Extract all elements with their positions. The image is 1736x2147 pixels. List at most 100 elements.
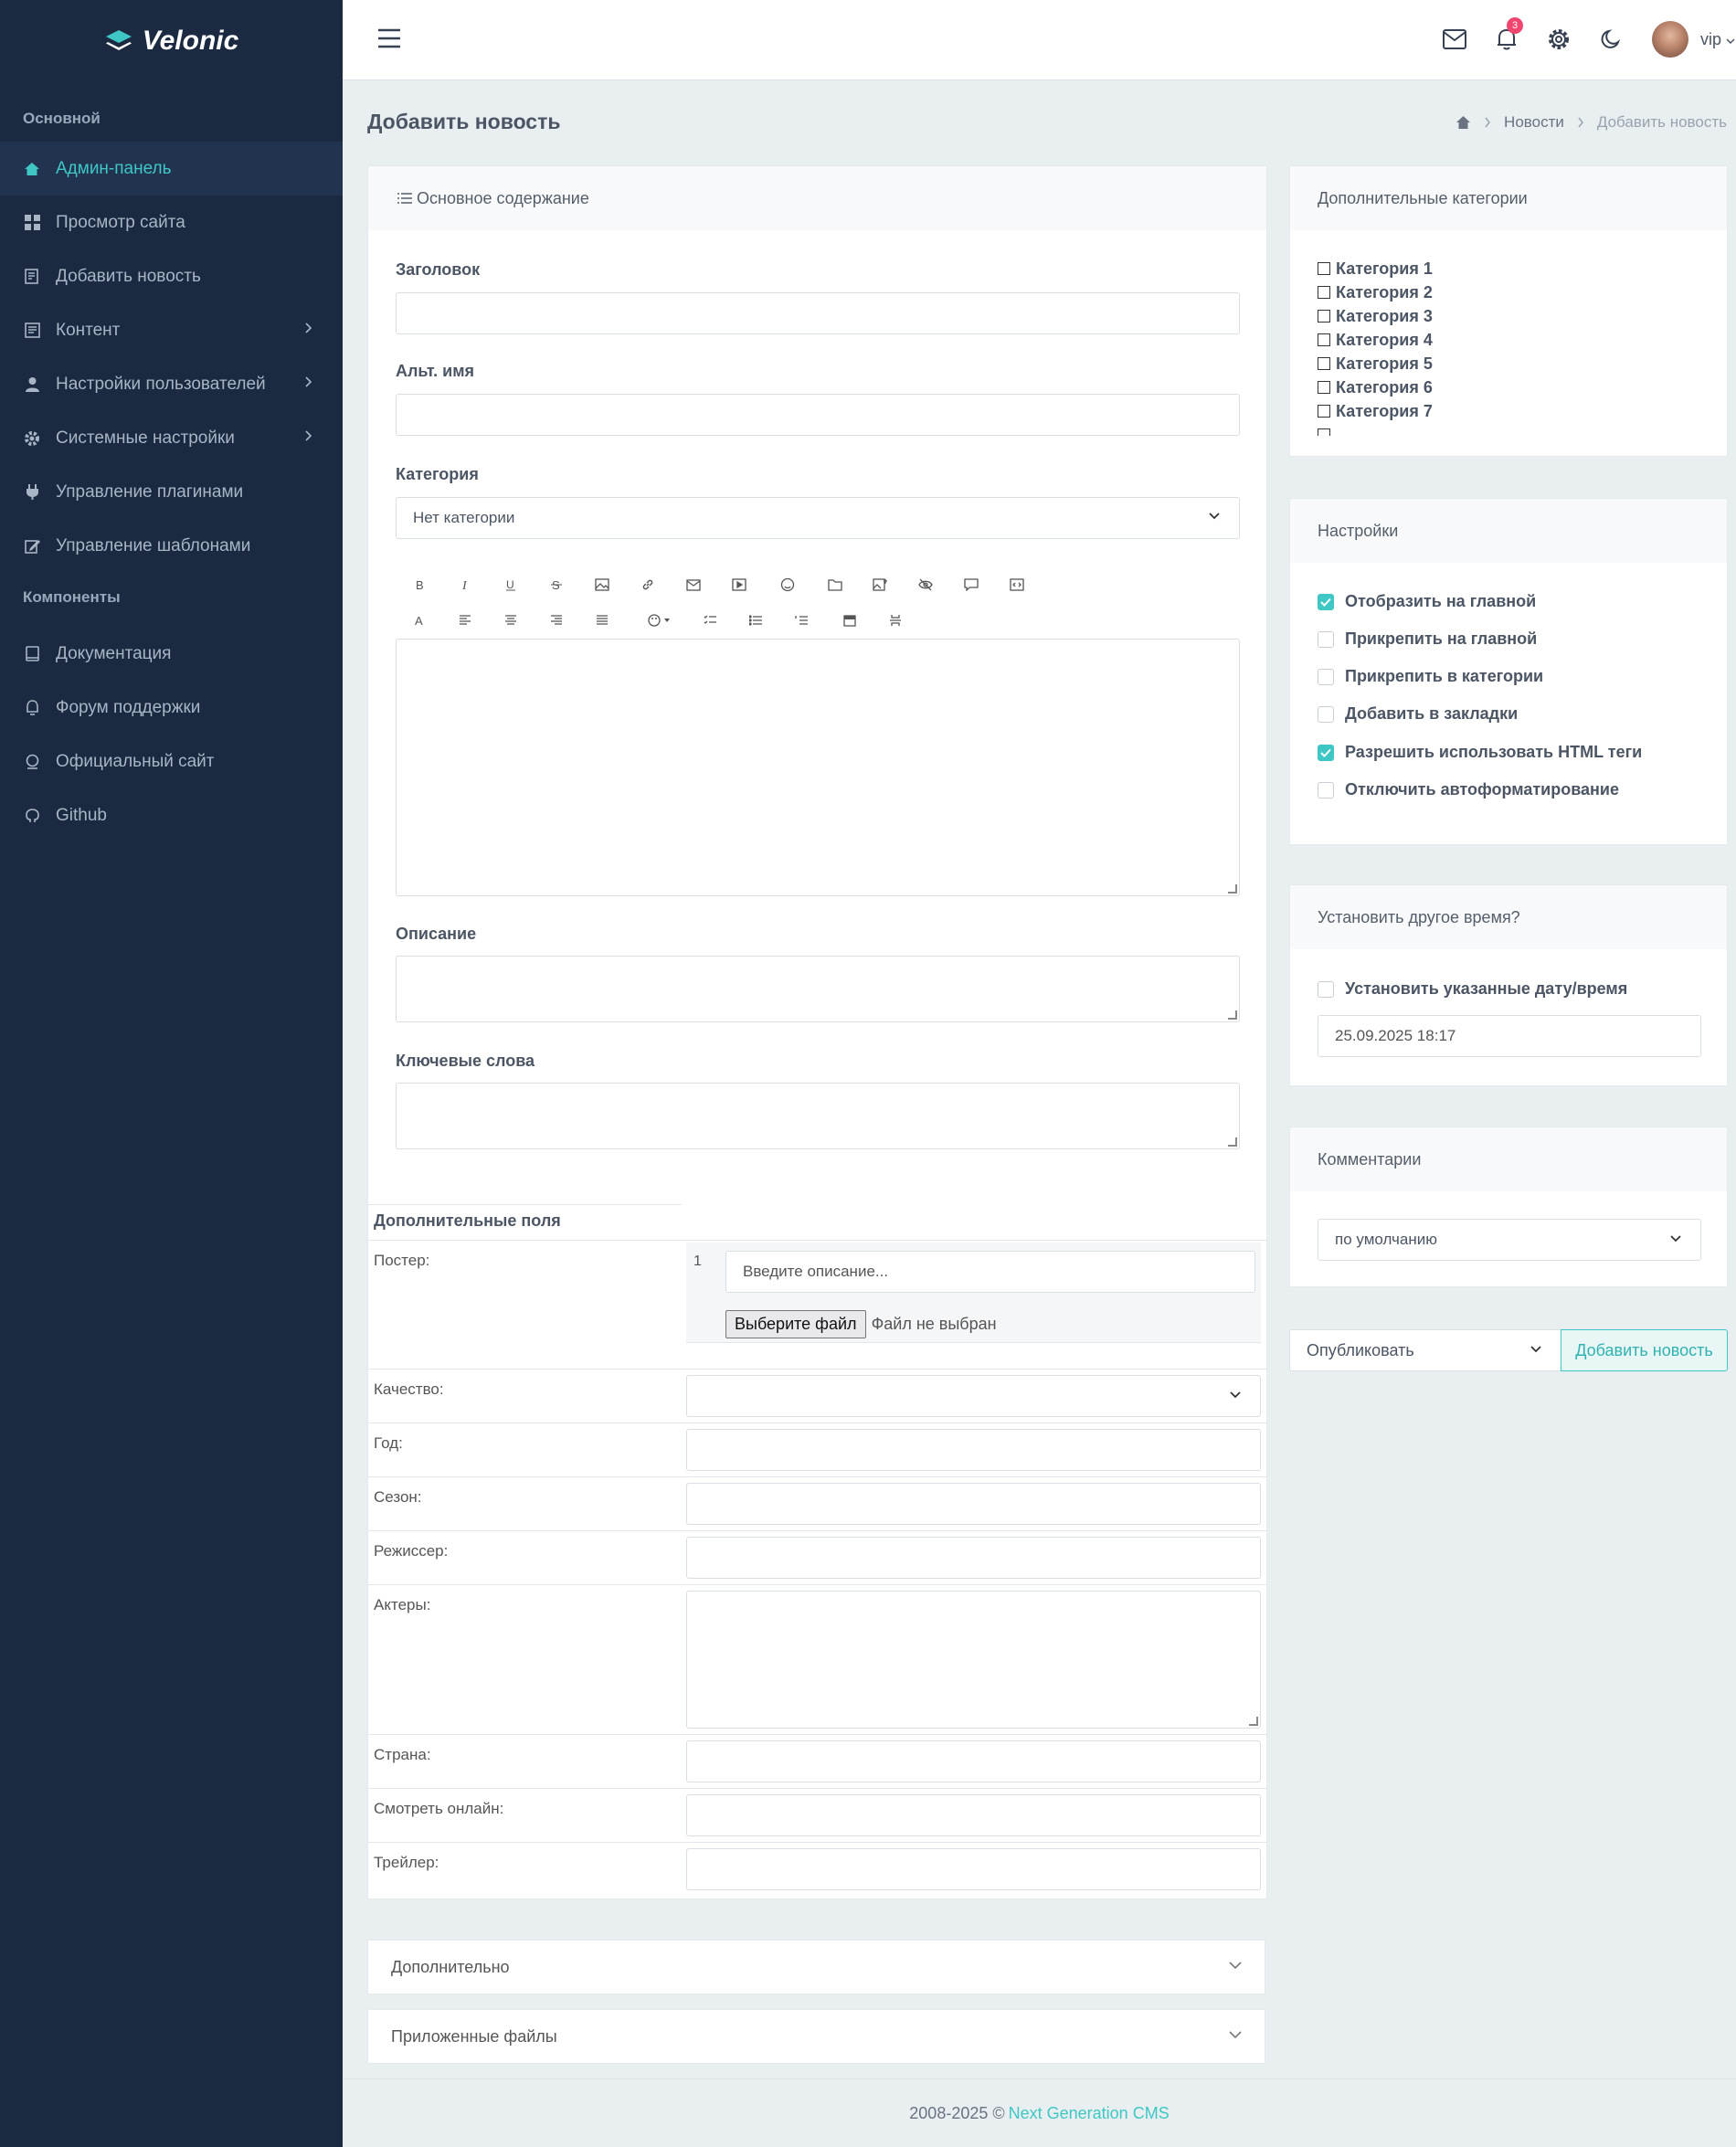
checkbox[interactable] xyxy=(1318,310,1330,323)
hide-icon[interactable] xyxy=(916,576,935,594)
full-story-editor[interactable] xyxy=(396,639,1240,896)
sidebar-item-github[interactable]: Github xyxy=(0,788,343,842)
checkbox[interactable] xyxy=(1318,357,1330,370)
quality-select[interactable] xyxy=(686,1375,1261,1417)
sidebar-item-user-settings[interactable]: Настройки пользователей xyxy=(0,357,343,411)
keywords-textarea[interactable] xyxy=(396,1083,1240,1149)
emoji-icon[interactable] xyxy=(778,576,797,594)
checkbox-checked[interactable] xyxy=(1318,593,1334,610)
sidebar-item-plugins[interactable]: Управление плагинами xyxy=(0,465,343,519)
email-link-icon[interactable] xyxy=(684,576,703,594)
code-icon[interactable] xyxy=(1008,576,1026,594)
setting-allow-html[interactable]: Разрешить использовать HTML теги xyxy=(1318,743,1642,762)
actors-textarea[interactable] xyxy=(686,1591,1261,1729)
checkbox[interactable] xyxy=(1318,333,1330,346)
checkbox[interactable] xyxy=(1318,980,1334,998)
brand-logo[interactable]: Velonic xyxy=(0,0,343,82)
list-item[interactable]: Категория 7 xyxy=(1318,399,1433,423)
strikethrough-icon[interactable]: S xyxy=(547,576,566,594)
checkbox[interactable] xyxy=(1318,381,1330,394)
watch-online-input[interactable] xyxy=(686,1794,1261,1836)
user-menu[interactable]: vip xyxy=(1700,30,1735,49)
image-icon[interactable] xyxy=(593,576,611,594)
checkbox[interactable] xyxy=(1318,781,1334,799)
checkbox-checked[interactable] xyxy=(1318,744,1334,761)
setting-pin-on-main[interactable]: Прикрепить на главной xyxy=(1318,629,1537,649)
list-item[interactable]: Категория 6 xyxy=(1318,375,1433,399)
checkbox[interactable] xyxy=(1318,262,1330,275)
align-left-icon[interactable] xyxy=(456,611,474,629)
list-item[interactable]: Категория 2 xyxy=(1318,280,1433,304)
list-item[interactable]: Категория 1 xyxy=(1318,257,1433,280)
sidebar-item-docs[interactable]: Документация xyxy=(0,627,343,681)
palette-icon[interactable] xyxy=(646,611,673,629)
sidebar-item-content[interactable]: Контент xyxy=(0,303,343,357)
accordion-additional[interactable]: Дополнительно xyxy=(367,1940,1265,1994)
home-icon[interactable] xyxy=(1455,115,1471,130)
accordion-attached-files[interactable]: Приложенные файлы xyxy=(367,2009,1265,2064)
category-select[interactable]: Нет категории xyxy=(396,497,1240,539)
season-input[interactable] xyxy=(686,1483,1261,1525)
description-textarea[interactable] xyxy=(396,956,1240,1022)
sidebar-item-add-news[interactable]: Добавить новость xyxy=(0,249,343,303)
setting-disable-autoformat[interactable]: Отключить автоформатирование xyxy=(1318,780,1619,799)
sidebar-item-view-site[interactable]: Просмотр сайта xyxy=(0,196,343,249)
font-color-icon[interactable]: A xyxy=(410,611,429,629)
poster-description-input[interactable]: Введите описание... xyxy=(725,1251,1255,1293)
footer-link[interactable]: Next Generation CMS xyxy=(1009,2104,1170,2123)
add-news-button[interactable]: Добавить новость xyxy=(1561,1329,1728,1371)
director-input[interactable] xyxy=(686,1537,1261,1579)
sidebar-item-official-site[interactable]: Официальный сайт xyxy=(0,735,343,788)
setting-add-to-bookmarks[interactable]: Добавить в закладки xyxy=(1318,704,1518,724)
link-icon[interactable] xyxy=(639,576,657,594)
title-input[interactable] xyxy=(396,292,1240,334)
checkbox[interactable] xyxy=(1318,668,1334,685)
avatar[interactable] xyxy=(1652,21,1688,58)
mail-icon[interactable] xyxy=(1440,25,1469,54)
bell-icon[interactable]: 3 xyxy=(1492,17,1523,54)
alt-name-input[interactable] xyxy=(396,394,1240,436)
moon-icon[interactable] xyxy=(1596,25,1625,54)
list-item[interactable]: Категория 4 xyxy=(1318,328,1433,352)
numbered-list-icon[interactable] xyxy=(792,611,810,629)
video-icon[interactable] xyxy=(730,576,748,594)
menu-toggle-icon[interactable] xyxy=(377,27,401,54)
setting-show-on-main[interactable]: Отобразить на главной xyxy=(1318,592,1536,611)
set-datetime-option[interactable]: Установить указанные дату/время xyxy=(1318,979,1627,999)
sidebar-item-templates[interactable]: Управление шаблонами xyxy=(0,519,343,573)
align-right-icon[interactable] xyxy=(547,611,566,629)
align-justify-icon[interactable] xyxy=(593,611,611,629)
quote-icon[interactable] xyxy=(962,576,980,594)
bold-icon[interactable]: B xyxy=(410,576,429,594)
sidebar-item-admin-panel[interactable]: Админ-панель xyxy=(0,142,343,196)
list-item[interactable]: Категория 5 xyxy=(1318,352,1433,375)
checkbox[interactable] xyxy=(1318,286,1330,299)
comments-select[interactable]: по умолчанию xyxy=(1318,1219,1701,1261)
checkbox[interactable] xyxy=(1318,428,1330,436)
align-center-icon[interactable] xyxy=(502,611,520,629)
checkbox[interactable] xyxy=(1318,405,1330,418)
list-item[interactable] xyxy=(1318,423,1433,436)
list-item[interactable]: Категория 3 xyxy=(1318,304,1433,328)
year-input[interactable] xyxy=(686,1429,1261,1471)
bullet-list-icon[interactable] xyxy=(746,611,765,629)
country-input[interactable] xyxy=(686,1740,1261,1782)
checkbox[interactable] xyxy=(1318,705,1334,723)
datetime-input[interactable]: 25.09.2025 18:17 xyxy=(1318,1015,1701,1057)
setting-pin-in-category[interactable]: Прикрепить в категории xyxy=(1318,667,1543,686)
publish-status-select[interactable]: Опубликовать xyxy=(1289,1329,1561,1371)
trailer-input[interactable] xyxy=(686,1848,1261,1890)
page-break-icon[interactable] xyxy=(841,611,859,629)
spoiler-icon[interactable] xyxy=(886,611,905,629)
italic-icon[interactable]: I xyxy=(456,576,474,594)
underline-icon[interactable]: U xyxy=(502,576,520,594)
checklist-icon[interactable] xyxy=(701,611,719,629)
upload-image-icon[interactable] xyxy=(871,576,889,594)
settings-icon[interactable] xyxy=(1544,25,1573,54)
sidebar-item-support-forum[interactable]: Форум поддержки xyxy=(0,681,343,735)
sidebar-item-system-settings[interactable]: Системные настройки xyxy=(0,411,343,465)
choose-file-button[interactable]: Выберите файл xyxy=(725,1310,866,1338)
category-list[interactable]: Категория 1 Категория 2 Категория 3 Кате… xyxy=(1318,257,1433,436)
breadcrumb-news[interactable]: Новости xyxy=(1504,113,1564,132)
checkbox[interactable] xyxy=(1318,630,1334,648)
